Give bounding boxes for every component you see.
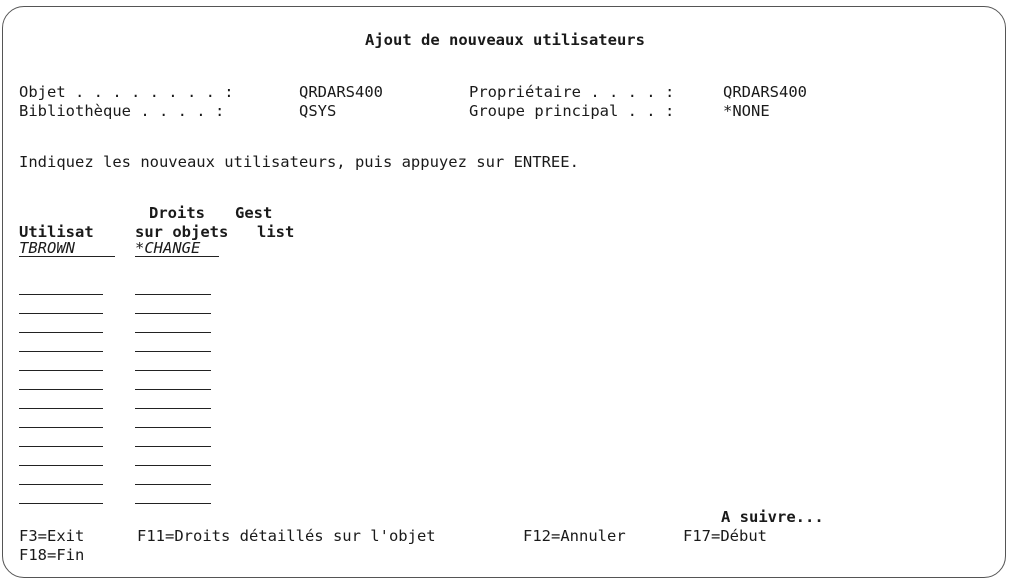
library-value: QSYS xyxy=(299,102,337,120)
object-value: QRDARS400 xyxy=(299,83,383,101)
user-input[interactable] xyxy=(19,373,103,390)
f17-top-key[interactable]: F17=Début xyxy=(683,527,767,545)
user-input-value: TBROWN xyxy=(19,239,75,257)
user-input[interactable] xyxy=(19,354,103,371)
authority-input[interactable] xyxy=(135,430,211,447)
owner-value: QRDARS400 xyxy=(723,83,807,101)
primary-group-label: Groupe principal . . : xyxy=(469,102,675,120)
f11-detailed-authority-key[interactable]: F11=Droits détaillés sur l'objet xyxy=(137,527,436,545)
list-header-line2: list xyxy=(257,223,295,241)
authority-input[interactable] xyxy=(135,449,211,466)
authority-input[interactable] xyxy=(135,278,211,295)
authority-input[interactable] xyxy=(135,373,211,390)
user-input[interactable] xyxy=(19,411,103,428)
authority-input[interactable] xyxy=(135,487,211,504)
authority-input[interactable] xyxy=(135,468,211,485)
f12-cancel-key[interactable]: F12=Annuler xyxy=(523,527,626,545)
f3-exit-key[interactable]: F3=Exit xyxy=(19,527,84,545)
list-header-line1: Gest xyxy=(235,204,273,222)
authority-header-line1: Droits xyxy=(149,204,205,222)
owner-label: Propriétaire . . . . : xyxy=(469,83,675,101)
authority-input[interactable] xyxy=(135,392,211,409)
primary-group-value: *NONE xyxy=(723,102,770,120)
user-input[interactable] xyxy=(19,487,103,504)
authority-input[interactable] xyxy=(135,297,211,314)
user-input[interactable] xyxy=(19,449,103,466)
user-input[interactable] xyxy=(19,278,103,295)
instruction-text: Indiquez les nouveaux utilisateurs, puis… xyxy=(19,153,579,171)
authority-input-value: *CHANGE xyxy=(135,239,201,257)
user-input[interactable] xyxy=(19,335,103,352)
more-indicator: A suivre... xyxy=(721,508,824,526)
user-input[interactable]: TBROWN xyxy=(19,239,115,257)
screen-title: Ajout de nouveaux utilisateurs xyxy=(365,31,645,49)
user-input[interactable] xyxy=(19,392,103,409)
f18-bottom-key[interactable]: F18=Fin xyxy=(19,546,84,564)
object-label: Objet . . . . . . . . : xyxy=(19,83,234,101)
user-input[interactable] xyxy=(19,297,103,314)
authority-input[interactable]: *CHANGE xyxy=(135,239,219,257)
library-label: Bibliothèque . . . . : xyxy=(19,102,225,120)
terminal-screen: Ajout de nouveaux utilisateurs Objet . .… xyxy=(2,6,1006,578)
user-input[interactable] xyxy=(19,468,103,485)
authority-input[interactable] xyxy=(135,316,211,333)
user-input[interactable] xyxy=(19,316,103,333)
authority-input[interactable] xyxy=(135,411,211,428)
user-input[interactable] xyxy=(19,430,103,447)
authority-input[interactable] xyxy=(135,335,211,352)
authority-input[interactable] xyxy=(135,354,211,371)
